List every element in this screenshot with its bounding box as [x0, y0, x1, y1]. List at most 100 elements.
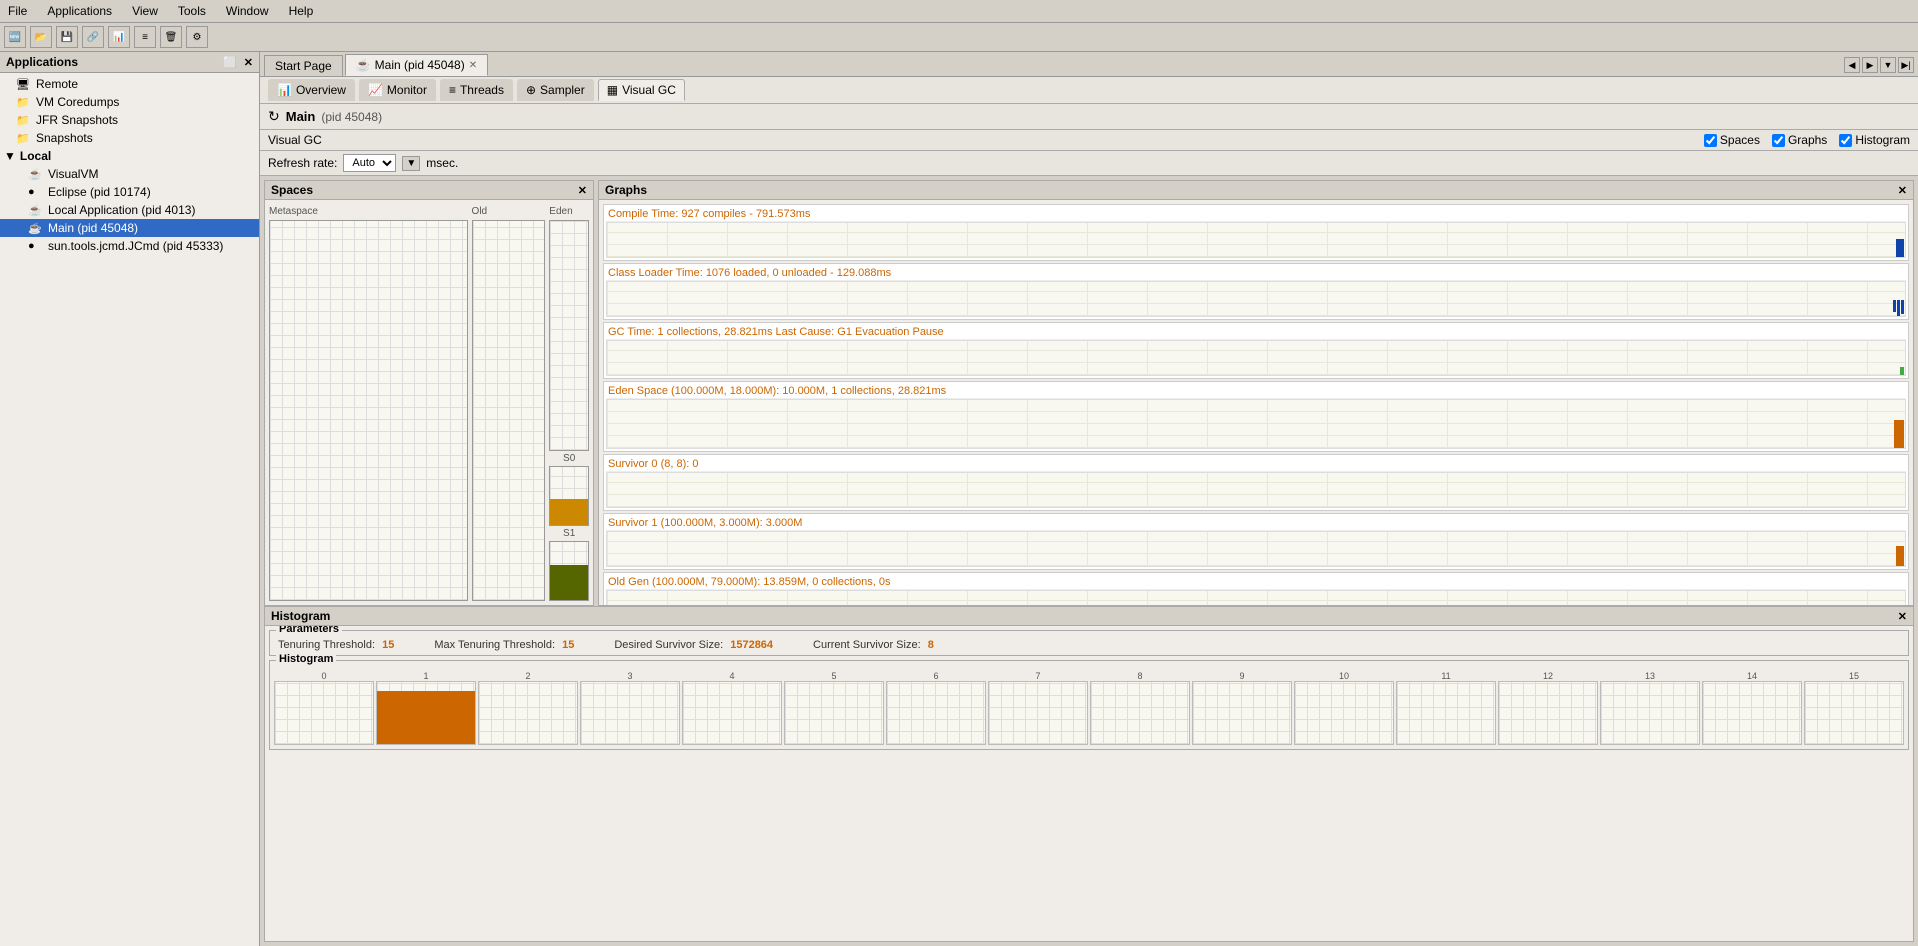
hist-bar-14: 14	[1702, 671, 1802, 745]
hist-label-8: 8	[1137, 671, 1142, 681]
spaces-panel-header: Spaces ✕	[265, 181, 593, 200]
current-survivor-value: 8	[928, 639, 934, 651]
hist-label-11: 11	[1441, 671, 1450, 681]
spaces-panel-close[interactable]: ✕	[578, 184, 587, 197]
top-panels: Spaces ✕ Metaspace	[260, 176, 1918, 606]
refresh-label: Refresh rate:	[268, 156, 337, 170]
toolbar-save[interactable]: 💾	[56, 26, 78, 48]
hist-label-0: 0	[321, 671, 326, 681]
hist-bar-15: 15	[1804, 671, 1904, 745]
graph-class-loader-area	[606, 281, 1906, 317]
histogram-panel-close[interactable]: ✕	[1898, 610, 1907, 623]
eden-bar	[1894, 420, 1904, 448]
graph-gc-time-title: GC Time: 1 collections, 28.821ms Last Ca…	[606, 325, 1906, 340]
graphs-panel-header: Graphs ✕	[599, 181, 1913, 200]
sidebar-item-visualvm[interactable]: ☕ VisualVM	[0, 165, 259, 183]
menu-file[interactable]: File	[4, 2, 31, 20]
sidebar-item-vm-coredumps[interactable]: 📁 VM Coredumps	[0, 93, 259, 111]
hist-label-15: 15	[1849, 671, 1859, 681]
graph-compile-time: Compile Time: 927 compiles - 791.573ms	[603, 204, 1909, 261]
menu-tools[interactable]: Tools	[174, 2, 210, 20]
graphs-checkbox-input[interactable]	[1772, 134, 1785, 147]
tab-visual-gc-label: Visual GC	[622, 83, 676, 97]
spaces-checkbox[interactable]: Spaces	[1704, 133, 1760, 147]
refresh-dropdown-btn[interactable]: ▼	[402, 156, 420, 171]
graphs-panel-title: Graphs	[605, 183, 647, 197]
spaces-checkbox-input[interactable]	[1704, 134, 1717, 147]
sidebar-close-btn[interactable]: ✕	[244, 56, 253, 69]
graph-class-loader-title: Class Loader Time: 1076 loaded, 0 unload…	[606, 266, 1906, 281]
hist-bar-6: 6	[886, 671, 986, 745]
refresh-select[interactable]: Auto	[343, 154, 396, 172]
tab-overview[interactable]: 📊 Overview	[268, 79, 355, 101]
toolbar-thread[interactable]: ≡	[134, 26, 156, 48]
sidebar-item-remote[interactable]: 🖥 Remote	[0, 75, 259, 93]
hist-bar-0: 0	[274, 671, 374, 745]
hist-bar-8: 8	[1090, 671, 1190, 745]
graph-gc-time-area	[606, 340, 1906, 376]
max-tenuring-value: 15	[562, 639, 574, 651]
hist-bar-11: 11	[1396, 671, 1496, 745]
graphs-panel-close[interactable]: ✕	[1898, 184, 1907, 197]
tab-main[interactable]: ☕ Main (pid 45048) ✕	[345, 54, 488, 76]
sidebar-item-visualvm-label: VisualVM	[48, 167, 98, 181]
tab-nav-left[interactable]: ◀	[1844, 57, 1860, 73]
overview-icon: 📊	[277, 83, 292, 97]
histogram-checkbox[interactable]: Histogram	[1839, 133, 1910, 147]
tab-sampler-label: Sampler	[540, 83, 585, 97]
tab-main-close[interactable]: ✕	[469, 60, 477, 71]
graphs-checkbox[interactable]: Graphs	[1772, 133, 1827, 147]
s1-label: S1	[549, 528, 589, 539]
toolbar-open[interactable]: 📂	[30, 26, 52, 48]
tab-nav-right[interactable]: ▶	[1862, 57, 1878, 73]
histogram-panel: Histogram ✕ Parameters Tenuring Threshol…	[264, 606, 1914, 942]
tab-threads[interactable]: ≡ Threads	[440, 79, 513, 101]
tab-monitor-label: Monitor	[387, 83, 427, 97]
menu-view[interactable]: View	[128, 2, 162, 20]
menu-help[interactable]: Help	[285, 2, 318, 20]
sidebar-item-jfr-snapshots[interactable]: 📁 JFR Snapshots	[0, 111, 259, 129]
toolbar-settings[interactable]: ⚙	[186, 26, 208, 48]
hist-bar-12: 12	[1498, 671, 1598, 745]
toolbar-heap[interactable]: 📊	[108, 26, 130, 48]
desired-survivor-label: Desired Survivor Size:	[614, 639, 723, 651]
old-label: Old	[472, 206, 488, 217]
tab-start-page[interactable]: Start Page	[264, 55, 343, 76]
hist-label-12: 12	[1543, 671, 1553, 681]
sidebar-section-local[interactable]: ▼ Local	[0, 147, 259, 165]
hist-label-9: 9	[1239, 671, 1244, 681]
graph-eden-space-area	[606, 399, 1906, 449]
tab-nav-last[interactable]: ▶|	[1898, 57, 1914, 73]
tab-sampler[interactable]: ⊕ Sampler	[517, 79, 594, 101]
sidebar-item-eclipse[interactable]: ● Eclipse (pid 10174)	[0, 183, 259, 201]
sidebar-item-jcmd[interactable]: ● sun.tools.jcmd.JCmd (pid 45333)	[0, 237, 259, 255]
histogram-checkbox-input[interactable]	[1839, 134, 1852, 147]
sidebar-item-jfr-snapshots-label: JFR Snapshots	[36, 113, 118, 127]
graph-gc-time: GC Time: 1 collections, 28.821ms Last Ca…	[603, 322, 1909, 379]
sidebar-item-main[interactable]: ☕ Main (pid 45048)	[0, 219, 259, 237]
toolbar-new[interactable]: 🆕	[4, 26, 26, 48]
menu-applications[interactable]: Applications	[43, 2, 116, 20]
toolbar-connect[interactable]: 🔗	[82, 26, 104, 48]
menu-window[interactable]: Window	[222, 2, 273, 20]
params-row: Tenuring Threshold: 15 Max Tenuring Thre…	[278, 635, 1900, 651]
eclipse-icon: ●	[28, 186, 44, 198]
local-expand-icon: ▼	[4, 149, 16, 163]
tab-nav-down[interactable]: ▼	[1880, 57, 1896, 73]
sidebar-expand-btn[interactable]: ⬜	[223, 56, 237, 69]
sidebar-header: Applications ⬜ ✕	[0, 52, 259, 73]
sidebar-item-local-app[interactable]: ☕ Local Application (pid 4013)	[0, 201, 259, 219]
histogram-content: Parameters Tenuring Threshold: 15 Max Te…	[265, 626, 1913, 941]
sidebar-item-snapshots[interactable]: 📁 Snapshots	[0, 129, 259, 147]
graph-survivor-0: Survivor 0 (8, 8): 0	[603, 454, 1909, 511]
toolbar-gc[interactable]: 🗑	[160, 26, 182, 48]
graph-eden-space: Eden Space (100.000M, 18.000M): 10.000M,…	[603, 381, 1909, 452]
hist-label-14: 14	[1747, 671, 1757, 681]
current-survivor-label: Current Survivor Size:	[813, 639, 921, 651]
hist-label-6: 6	[933, 671, 938, 681]
hist-label-1: 1	[423, 671, 428, 681]
refresh-unit: msec.	[426, 156, 458, 170]
tab-visual-gc[interactable]: ▦ Visual GC	[598, 79, 685, 101]
s0-label: S0	[549, 453, 589, 464]
tab-monitor[interactable]: 📈 Monitor	[359, 79, 436, 101]
